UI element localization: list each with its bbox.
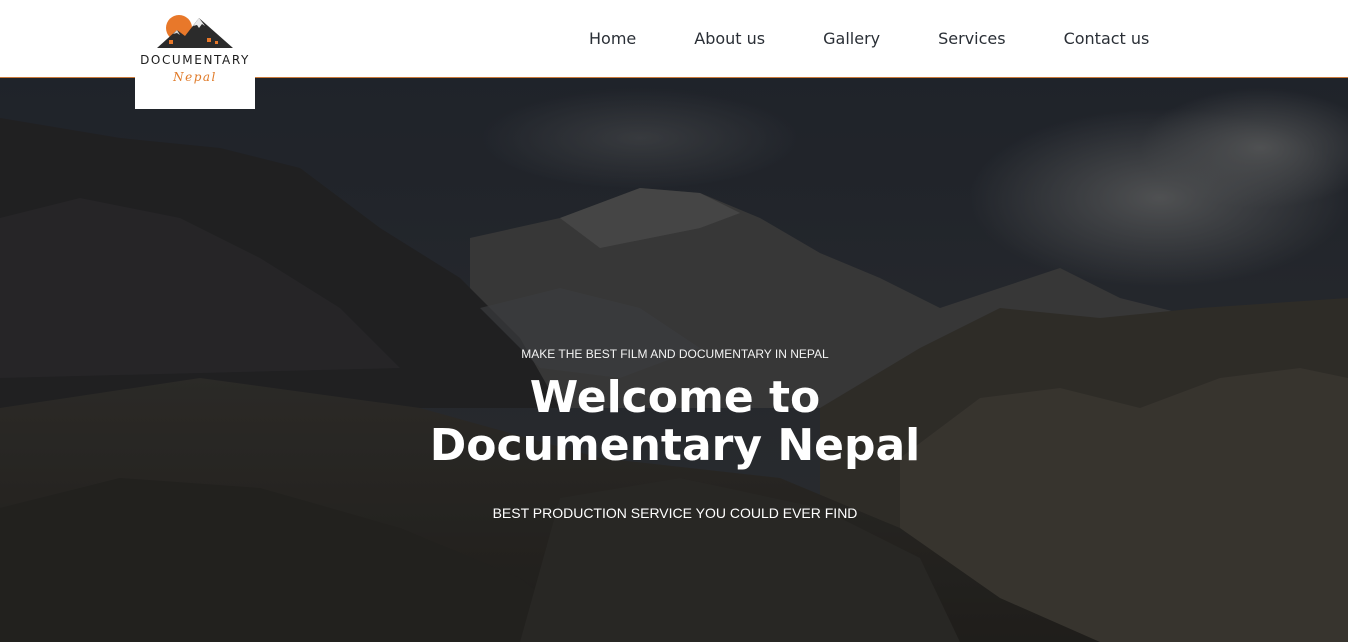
site-logo[interactable]: DOCUMENTARY Nepal [135,0,255,109]
nav-contact-link[interactable]: Contact us [1035,29,1179,48]
nav-home-link[interactable]: Home [560,29,665,48]
nav-gallery-link[interactable]: Gallery [794,29,909,48]
nav-about-link[interactable]: About us [665,29,794,48]
logo-subname: Nepal [173,70,217,84]
main-nav: Home About us Gallery Services Contact u… [560,0,1178,77]
mountain-sun-logo-icon [157,15,233,48]
logo-wordmark: DOCUMENTARY [140,53,250,67]
hero-title: Welcome to Documentary Nepal [429,372,921,471]
hero-section: MAKE THE BEST FILM AND DOCUMENTARY IN NE… [0,78,1348,642]
hero-kicker: MAKE THE BEST FILM AND DOCUMENTARY IN NE… [521,347,829,361]
nav-services-link[interactable]: Services [909,29,1034,48]
hero-tagline: BEST PRODUCTION SERVICE YOU COULD EVER F… [492,505,858,521]
page: Home About us Gallery Services Contact u… [0,0,1348,642]
